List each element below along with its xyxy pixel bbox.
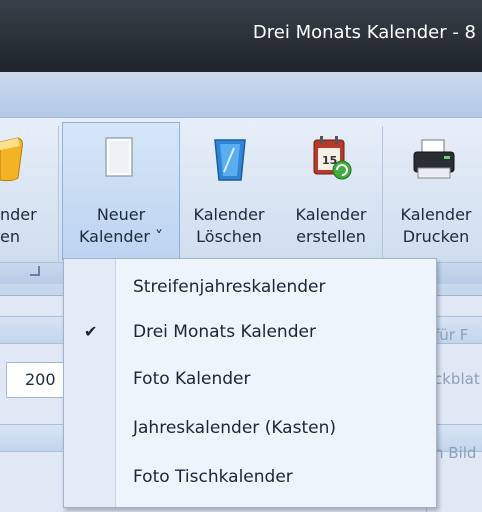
checkmark-icon: ✔ <box>84 322 98 341</box>
ribbon-separator <box>58 126 59 264</box>
ribbon-separator <box>382 126 383 264</box>
menu-item-streifenjahreskalender[interactable]: Streifenjahreskalender <box>64 265 436 311</box>
ghost-label: für F <box>434 326 469 344</box>
year-field[interactable]: 200 <box>6 362 66 398</box>
calendar-refresh-icon: 15 <box>313 136 352 180</box>
menu-item-drei-monats-kalender[interactable]: ✔ Drei Monats Kalender <box>64 310 436 356</box>
menu-item-jahreskalender-kasten[interactable]: Jahreskalender (Kasten) <box>64 406 436 452</box>
ribbon-tab-strip <box>0 72 482 118</box>
ghost-label: ckblat <box>434 370 480 388</box>
window-title: Drei Monats Kalender - 8 <box>252 22 476 43</box>
neuer-kalender-button[interactable]: Neuer Kalender ˅ <box>62 204 180 248</box>
title-bar: Drei Monats Kalender - 8 <box>0 0 482 72</box>
blank-page-icon <box>105 137 133 177</box>
menu-item-foto-tischkalender[interactable]: Foto Tischkalender <box>64 455 436 501</box>
menu-item-foto-kalender[interactable]: Foto Kalender <box>64 357 436 403</box>
left-partial-button[interactable]: nder en <box>0 204 48 248</box>
printer-icon <box>413 139 455 179</box>
recycle-bin-icon <box>214 139 246 181</box>
ghost-label: n Bild <box>434 444 477 462</box>
neuer-kalender-dropdown-menu: Streifenjahreskalender ✔ Drei Monats Kal… <box>63 258 437 508</box>
kalender-erstellen-button[interactable]: Kalender erstellen <box>283 204 379 248</box>
dialog-launcher-icon[interactable] <box>30 266 40 276</box>
folder-icon <box>0 137 23 182</box>
kalender-loeschen-button[interactable]: Kalender Löschen <box>181 204 277 248</box>
kalender-drucken-button[interactable]: Kalender Drucken <box>388 204 482 248</box>
